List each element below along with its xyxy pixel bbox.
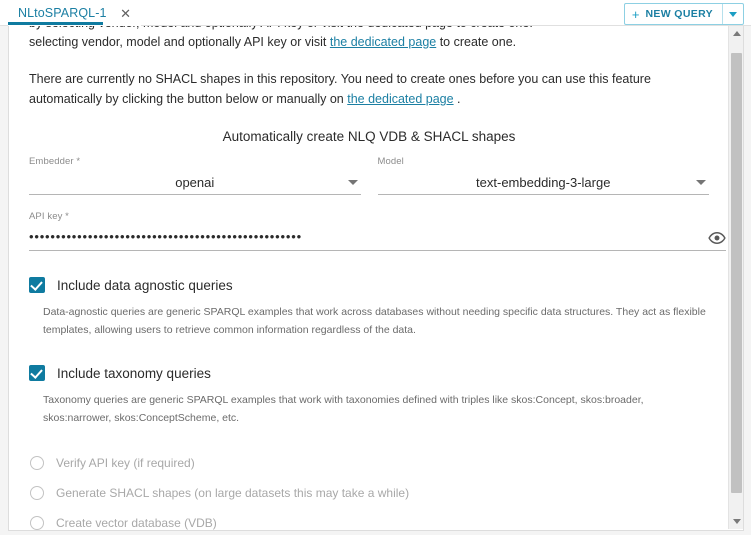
vertical-scrollbar[interactable]: [728, 26, 743, 529]
chevron-down-icon: [696, 180, 706, 185]
intro-paragraph-pre: selecting vendor, model and optionally A…: [29, 35, 330, 49]
dedicated-page-link-2[interactable]: the dedicated page: [347, 92, 453, 106]
embedder-field: Embedder * openai: [29, 156, 361, 195]
clipped-text-line: by selecting vendor, model and optionall…: [29, 26, 709, 30]
embedder-select[interactable]: openai: [29, 170, 361, 195]
intro-paragraph-post: to create one.: [436, 35, 517, 49]
option-taxonomy-row[interactable]: Include taxonomy queries: [29, 365, 709, 381]
option-data-agnostic: Include data agnostic queries Data-agnos…: [29, 277, 709, 339]
embedder-value: openai: [175, 174, 215, 190]
option-data-agnostic-label: Include data agnostic queries: [57, 277, 233, 293]
checkbox-taxonomy[interactable]: [29, 365, 45, 381]
eye-icon[interactable]: [708, 229, 726, 247]
step-item: Verify API key (if required): [29, 453, 709, 473]
new-query-button[interactable]: + NEW QUERY: [625, 4, 722, 24]
chevron-down-icon: [347, 180, 358, 185]
radio-circle-icon: [30, 516, 44, 530]
tab-label: NLtoSPARQL-1: [18, 6, 107, 20]
shacl-notice-post: .: [453, 92, 461, 106]
radio-circle-icon: [30, 456, 44, 470]
model-label: Model: [377, 156, 404, 167]
option-taxonomy-label: Include taxonomy queries: [57, 365, 211, 381]
shacl-notice-paragraph: There are currently no SHACL shapes in t…: [29, 52, 709, 109]
option-taxonomy-description: Taxonomy queries are generic SPARQL exam…: [43, 394, 644, 424]
step-item: Create vector database (VDB): [29, 513, 709, 530]
option-taxonomy: Include taxonomy queries Taxonomy querie…: [29, 365, 709, 427]
scroll-up-button[interactable]: [729, 26, 743, 41]
option-data-agnostic-row[interactable]: Include data agnostic queries: [29, 277, 709, 293]
model-field: Model text-embedding-3-large: [377, 156, 709, 195]
new-query-group: + NEW QUERY: [623, 3, 744, 25]
embedder-label: Embedder *: [29, 156, 81, 167]
panel-content: by selecting vendor, model and optionall…: [9, 26, 729, 530]
api-key-field: API key * ••••••••••••••••••••••••••••••…: [29, 211, 726, 251]
plus-icon: +: [631, 6, 640, 22]
intro-paragraph: selecting vendor, model and optionally A…: [29, 30, 709, 52]
api-key-value: ••••••••••••••••••••••••••••••••••••••••…: [29, 229, 302, 244]
query-editor-panel: by selecting vendor, model and optionall…: [8, 26, 744, 531]
new-query-label: NEW QUERY: [645, 8, 713, 20]
dedicated-page-link-1[interactable]: the dedicated page: [330, 35, 436, 49]
scrollbar-thumb[interactable]: [731, 53, 742, 493]
step-label: Verify API key (if required): [56, 456, 195, 470]
new-query-dropdown-button[interactable]: [722, 4, 743, 24]
step-item: Generate SHACL shapes (on large datasets…: [29, 483, 709, 503]
chevron-down-icon: [729, 11, 737, 17]
model-value: text-embedding-3-large: [476, 174, 611, 190]
scroll-down-button[interactable]: [729, 514, 743, 529]
api-key-label: API key *: [29, 211, 69, 222]
clipped-text: by selecting vendor, model and optionall…: [29, 26, 533, 30]
tab-bar: NLtoSPARQL-1 ✕ + NEW QUERY: [0, 0, 751, 26]
shacl-notice-pre: There are currently no SHACL shapes in t…: [29, 72, 651, 106]
model-select[interactable]: text-embedding-3-large: [377, 170, 709, 195]
option-data-agnostic-description: Data-agnostic queries are generic SPARQL…: [43, 306, 706, 336]
section-title: Automatically create NLQ VDB & SHACL sha…: [222, 129, 516, 144]
radio-circle-icon: [30, 486, 44, 500]
embedder-model-row: Embedder * openai Model text-embedding-3…: [29, 156, 709, 195]
progress-step-list: Verify API key (if required) Generate SH…: [29, 453, 709, 530]
tab-active-indicator: [8, 22, 103, 25]
step-label: Generate SHACL shapes (on large datasets…: [56, 486, 410, 500]
application-window: NLtoSPARQL-1 ✕ + NEW QUERY by selecting …: [0, 0, 751, 535]
close-icon[interactable]: ✕: [119, 6, 133, 20]
api-key-input[interactable]: ••••••••••••••••••••••••••••••••••••••••…: [29, 225, 726, 251]
step-label: Create vector database (VDB): [56, 516, 217, 530]
checkbox-data-agnostic[interactable]: [29, 277, 45, 293]
